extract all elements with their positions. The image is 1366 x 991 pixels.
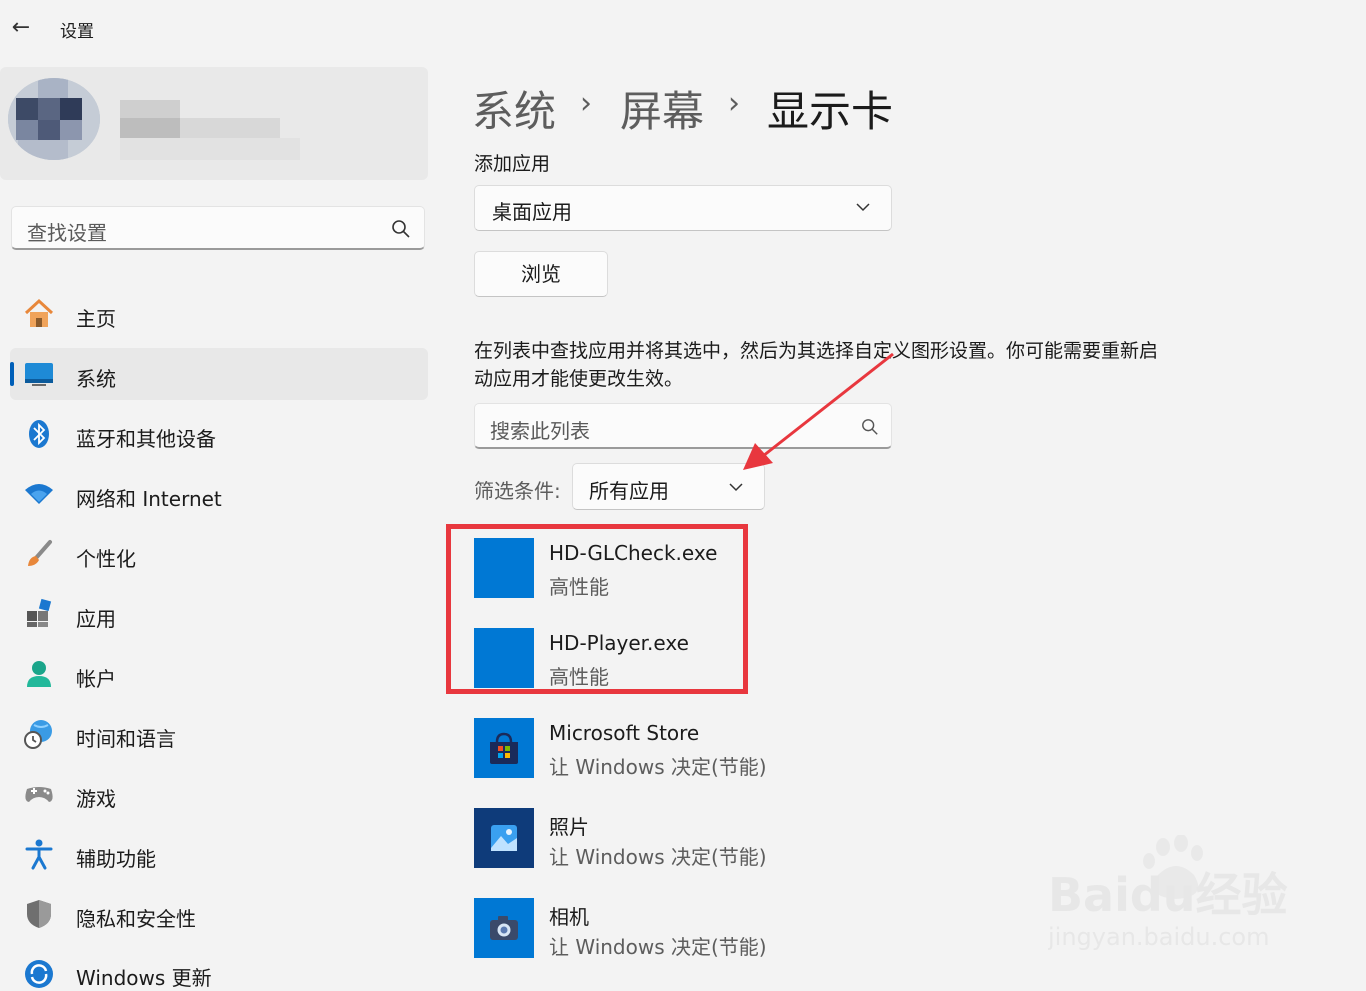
store-icon[interactable] (474, 718, 534, 778)
account-icon (27, 661, 51, 687)
sidebar-item-gaming[interactable] (10, 769, 428, 821)
sidebar-item-time-language-label: 时间和语言 (76, 727, 176, 751)
settings-search-placeholder: 查找设置 (27, 221, 107, 245)
breadcrumb-system[interactable]: 系统 (472, 78, 556, 139)
sidebar-item-system[interactable] (10, 348, 428, 400)
page-title: 显示卡 (767, 87, 894, 136)
sidebar-item-windows-update[interactable] (10, 949, 428, 982)
app-gpu-preference: 让 Windows 决定(节能) (549, 755, 767, 779)
filter-label: 筛选条件: (474, 479, 561, 503)
sidebar-item-gaming-label: 游戏 (76, 787, 116, 811)
photos-icon[interactable] (474, 808, 534, 868)
profile-name-blurred (120, 100, 300, 160)
back-arrow-icon[interactable]: ← (8, 14, 34, 42)
chevron-down-icon (729, 483, 743, 492)
sidebar-item-privacy[interactable] (10, 889, 428, 941)
sidebar-item-network-label: 网络和 Internet (76, 487, 222, 511)
wifi-icon (25, 484, 53, 504)
annotation-arrow (743, 352, 894, 470)
sidebar-item-windows-update-label: Windows 更新 (76, 966, 212, 990)
app-gpu-preference: 让 Windows 决定(节能) (549, 845, 767, 869)
app-name[interactable]: 照片 (549, 811, 589, 840)
bluetooth-icon (29, 420, 49, 448)
app-name[interactable]: 相机 (549, 901, 589, 930)
sidebar-item-accessibility-label: 辅助功能 (76, 847, 156, 871)
sidebar-item-time-language[interactable] (10, 709, 428, 761)
system-display-icon (25, 363, 53, 386)
browse-button[interactable]: 浏览 (474, 251, 608, 297)
breadcrumb-separator: › (728, 86, 740, 121)
shield-icon (27, 900, 51, 928)
add-app-label: 添加应用 (474, 153, 551, 175)
watermark-text-top: Baidu经验 (1048, 868, 1288, 922)
sidebar-item-system-label: 系统 (76, 367, 116, 391)
sidebar-item-apps-label: 应用 (76, 607, 116, 631)
active-indicator (10, 362, 14, 386)
watermark-text-bottom: jingyan.baidu.com (1048, 923, 1269, 951)
breadcrumb-display[interactable]: 屏幕 (620, 78, 704, 139)
avatar (8, 78, 100, 160)
gamepad-icon (25, 787, 53, 802)
sidebar-item-accounts-label: 帐户 (76, 667, 116, 691)
chevron-down-icon (856, 203, 870, 212)
paintbrush-icon (28, 540, 52, 566)
window-title: 设置 (60, 22, 94, 42)
breadcrumb-separator: › (580, 86, 592, 121)
sidebar-item-bluetooth-label: 蓝牙和其他设备 (76, 427, 216, 451)
sidebar-item-personalization[interactable] (10, 529, 428, 581)
sidebar-item-home[interactable] (10, 289, 428, 341)
annotation-highlight-box (446, 524, 748, 694)
sidebar-item-privacy-label: 隐私和安全性 (76, 907, 196, 931)
globe-clock-icon (24, 720, 52, 749)
filter-selected: 所有应用 (589, 479, 669, 503)
app-name[interactable]: Microsoft Store (549, 721, 699, 745)
sidebar-item-accessibility[interactable] (10, 829, 428, 881)
sidebar-item-bluetooth[interactable] (10, 409, 428, 461)
sidebar-item-apps[interactable] (10, 589, 428, 641)
baidu-watermark-logo: Baidu经验 jingyan.baidu.com (1048, 835, 1288, 951)
apps-icon (27, 598, 52, 627)
list-search-placeholder: 搜索此列表 (490, 419, 590, 443)
update-icon (25, 960, 53, 988)
accessibility-icon (25, 839, 53, 870)
sidebar-item-accounts[interactable] (10, 649, 428, 701)
home-icon (24, 298, 54, 327)
camera-icon[interactable] (474, 898, 534, 958)
search-icon[interactable] (391, 219, 411, 239)
app-gpu-preference: 让 Windows 决定(节能) (549, 935, 767, 959)
sidebar-item-home-label: 主页 (76, 307, 116, 331)
app-type-selected: 桌面应用 (492, 200, 572, 224)
sidebar-item-personalization-label: 个性化 (76, 547, 136, 571)
